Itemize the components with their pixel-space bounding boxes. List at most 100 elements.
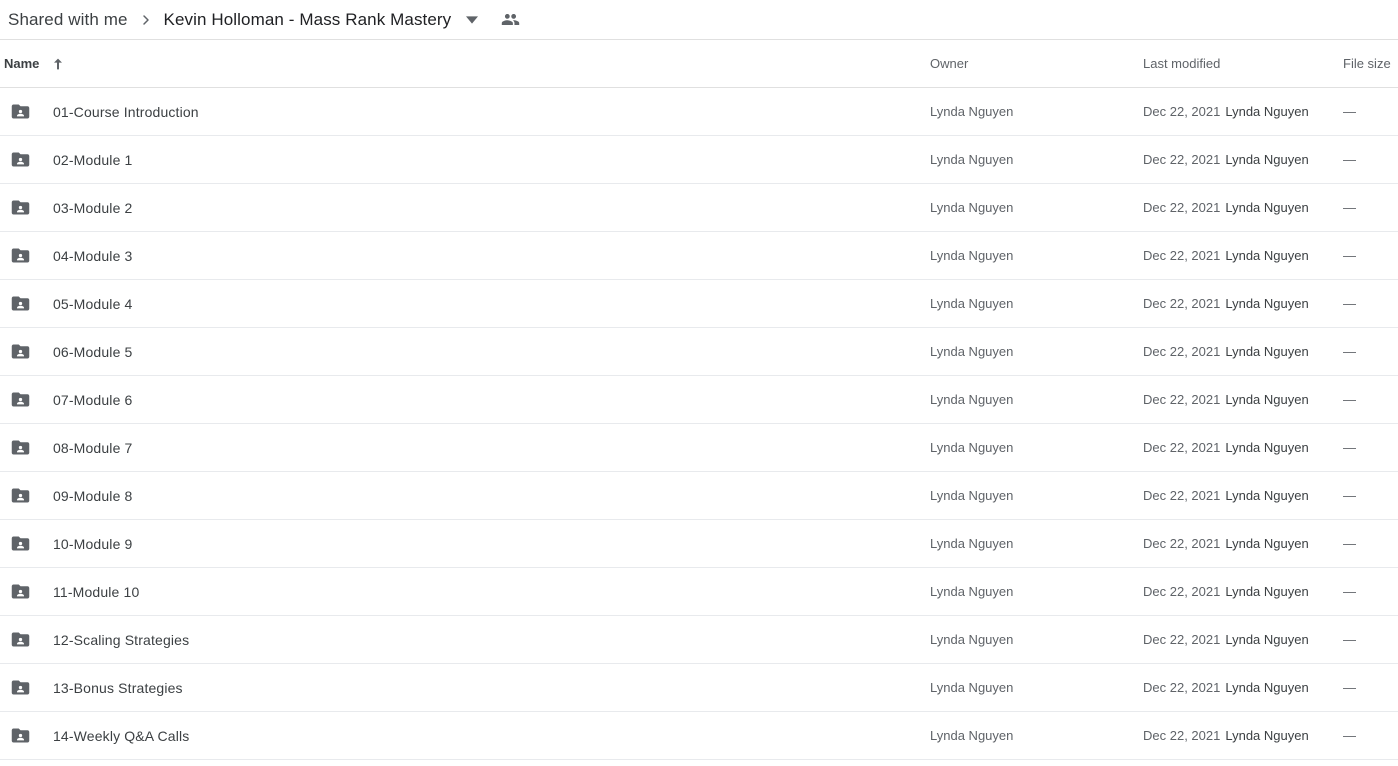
- modified-by-label: Lynda Nguyen: [1225, 104, 1309, 119]
- table-row[interactable]: 11-Module 10 Lynda Nguyen Dec 22, 2021 Ly…: [0, 568, 1398, 616]
- table-row[interactable]: 12-Scaling Strategies Lynda Nguyen Dec 2…: [0, 616, 1398, 664]
- modified-date-label: Dec 22, 2021: [1143, 488, 1221, 503]
- shared-folder-icon: [2, 629, 38, 650]
- table-row[interactable]: 02-Module 1 Lynda Nguyen Dec 22, 2021 Lyn…: [0, 136, 1398, 184]
- modified-by-label: Lynda Nguyen: [1225, 344, 1309, 359]
- cell-name: 05-Module 4: [0, 293, 930, 314]
- modified-date-label: Dec 22, 2021: [1143, 248, 1221, 263]
- table-row[interactable]: 08-Module 7 Lynda Nguyen Dec 22, 2021 Lyn…: [0, 424, 1398, 472]
- shared-folder-icon: [2, 245, 38, 266]
- file-rows-container: 01-Course Introduction Lynda Nguyen Dec …: [0, 88, 1398, 760]
- column-header-name-label: Name: [4, 56, 40, 71]
- cell-name: 13-Bonus Strategies: [0, 677, 930, 698]
- cell-file-size: —: [1343, 632, 1356, 647]
- modified-by-label: Lynda Nguyen: [1225, 584, 1309, 599]
- shared-folder-icon: [2, 293, 38, 314]
- table-row[interactable]: 03-Module 2 Lynda Nguyen Dec 22, 2021 Lyn…: [0, 184, 1398, 232]
- modified-by-label: Lynda Nguyen: [1225, 200, 1309, 215]
- table-row[interactable]: 06-Module 5 Lynda Nguyen Dec 22, 2021 Lyn…: [0, 328, 1398, 376]
- cell-file-size: —: [1343, 344, 1356, 359]
- cell-name: 10-Module 9: [0, 533, 930, 554]
- modified-date-label: Dec 22, 2021: [1143, 440, 1221, 455]
- file-name-label: 01-Course Introduction: [53, 103, 199, 120]
- modified-by-label: Lynda Nguyen: [1225, 296, 1309, 311]
- cell-owner: Lynda Nguyen: [930, 392, 1014, 407]
- breadcrumb-item-current-folder[interactable]: Kevin Holloman - Mass Rank Mastery: [160, 8, 456, 32]
- table-row[interactable]: 13-Bonus Strategies Lynda Nguyen Dec 22,…: [0, 664, 1398, 712]
- table-row[interactable]: 10-Module 9 Lynda Nguyen Dec 22, 2021 Lyn…: [0, 520, 1398, 568]
- cell-owner: Lynda Nguyen: [930, 200, 1014, 215]
- cell-name: 08-Module 7: [0, 437, 930, 458]
- shared-folder-icon: [2, 101, 38, 122]
- column-header-last-modified[interactable]: Last modified: [1143, 56, 1343, 71]
- cell-name: 09-Module 8: [0, 485, 930, 506]
- modified-date-label: Dec 22, 2021: [1143, 680, 1221, 695]
- modified-by-label: Lynda Nguyen: [1225, 152, 1309, 167]
- shared-folder-icon: [2, 197, 38, 218]
- cell-file-size: —: [1343, 584, 1356, 599]
- cell-owner: Lynda Nguyen: [930, 488, 1014, 503]
- cell-last-modified: Dec 22, 2021 Lynda Nguyen: [1143, 584, 1343, 599]
- column-header-name[interactable]: Name: [0, 53, 930, 75]
- file-name-label: 11-Module 10: [53, 583, 140, 600]
- cell-owner: Lynda Nguyen: [930, 296, 1014, 311]
- shared-folder-icon: [2, 533, 38, 554]
- modified-by-label: Lynda Nguyen: [1225, 632, 1309, 647]
- cell-name: 14-Weekly Q&A Calls: [0, 725, 930, 746]
- cell-last-modified: Dec 22, 2021 Lynda Nguyen: [1143, 200, 1343, 215]
- table-row[interactable]: 14-Weekly Q&A Calls Lynda Nguyen Dec 22,…: [0, 712, 1398, 760]
- cell-name: 02-Module 1: [0, 149, 930, 170]
- shared-folder-icon: [2, 341, 38, 362]
- cell-file-size: —: [1343, 248, 1356, 263]
- cell-file-size: —: [1343, 104, 1356, 119]
- shared-folder-icon: [2, 677, 38, 698]
- shared-folder-icon: [2, 485, 38, 506]
- file-name-label: 08-Module 7: [53, 439, 133, 456]
- chevron-down-icon[interactable]: [459, 7, 485, 33]
- table-row[interactable]: 07-Module 6 Lynda Nguyen Dec 22, 2021 Lyn…: [0, 376, 1398, 424]
- cell-last-modified: Dec 22, 2021 Lynda Nguyen: [1143, 392, 1343, 407]
- arrow-up-icon[interactable]: [47, 53, 69, 75]
- cell-last-modified: Dec 22, 2021 Lynda Nguyen: [1143, 728, 1343, 743]
- cell-name: 01-Course Introduction: [0, 101, 930, 122]
- cell-last-modified: Dec 22, 2021 Lynda Nguyen: [1143, 344, 1343, 359]
- cell-owner: Lynda Nguyen: [930, 152, 1014, 167]
- cell-name: 07-Module 6: [0, 389, 930, 410]
- modified-date-label: Dec 22, 2021: [1143, 536, 1221, 551]
- cell-last-modified: Dec 22, 2021 Lynda Nguyen: [1143, 440, 1343, 455]
- cell-owner: Lynda Nguyen: [930, 680, 1014, 695]
- file-name-label: 09-Module 8: [53, 487, 133, 504]
- cell-file-size: —: [1343, 392, 1356, 407]
- file-name-label: 12-Scaling Strategies: [53, 631, 190, 648]
- people-icon[interactable]: [495, 5, 525, 35]
- shared-folder-icon: [2, 437, 38, 458]
- file-name-label: 13-Bonus Strategies: [53, 679, 183, 696]
- cell-file-size: —: [1343, 536, 1356, 551]
- table-row[interactable]: 09-Module 8 Lynda Nguyen Dec 22, 2021 Lyn…: [0, 472, 1398, 520]
- column-header-owner[interactable]: Owner: [930, 56, 1143, 71]
- shared-folder-icon: [2, 581, 38, 602]
- table-row[interactable]: 01-Course Introduction Lynda Nguyen Dec …: [0, 88, 1398, 136]
- cell-last-modified: Dec 22, 2021 Lynda Nguyen: [1143, 296, 1343, 311]
- cell-owner: Lynda Nguyen: [930, 440, 1014, 455]
- modified-date-label: Dec 22, 2021: [1143, 200, 1221, 215]
- cell-owner: Lynda Nguyen: [930, 632, 1014, 647]
- modified-by-label: Lynda Nguyen: [1225, 248, 1309, 263]
- column-header-file-size[interactable]: File size: [1343, 56, 1398, 71]
- cell-owner: Lynda Nguyen: [930, 536, 1014, 551]
- modified-date-label: Dec 22, 2021: [1143, 392, 1221, 407]
- cell-name: 03-Module 2: [0, 197, 930, 218]
- modified-date-label: Dec 22, 2021: [1143, 104, 1221, 119]
- modified-by-label: Lynda Nguyen: [1225, 440, 1309, 455]
- modified-by-label: Lynda Nguyen: [1225, 536, 1309, 551]
- table-row[interactable]: 05-Module 4 Lynda Nguyen Dec 22, 2021 Lyn…: [0, 280, 1398, 328]
- cell-last-modified: Dec 22, 2021 Lynda Nguyen: [1143, 536, 1343, 551]
- cell-owner: Lynda Nguyen: [930, 728, 1014, 743]
- modified-date-label: Dec 22, 2021: [1143, 296, 1221, 311]
- cell-last-modified: Dec 22, 2021 Lynda Nguyen: [1143, 248, 1343, 263]
- modified-date-label: Dec 22, 2021: [1143, 632, 1221, 647]
- table-row[interactable]: 04-Module 3 Lynda Nguyen Dec 22, 2021 Lyn…: [0, 232, 1398, 280]
- modified-date-label: Dec 22, 2021: [1143, 584, 1221, 599]
- cell-file-size: —: [1343, 440, 1356, 455]
- breadcrumb-item-shared-with-me[interactable]: Shared with me: [4, 8, 132, 32]
